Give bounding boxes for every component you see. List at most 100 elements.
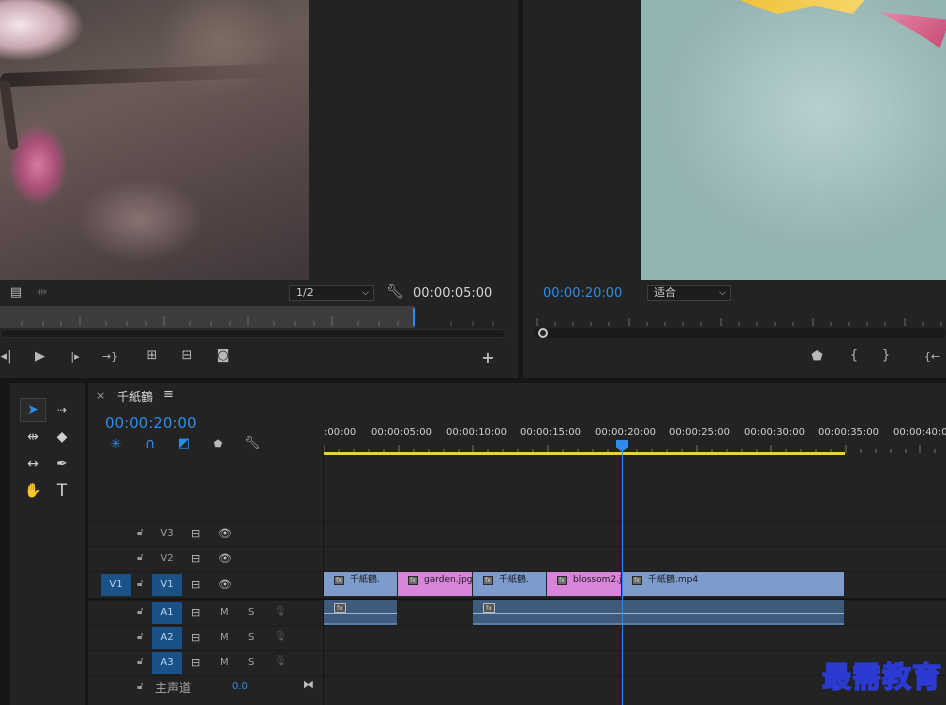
clip-video[interactable]: fx 千紙鶴.mp4 xyxy=(622,572,844,596)
timeline-settings-wrench-icon[interactable]: 🔧︎ xyxy=(244,437,261,451)
add-button[interactable]: + xyxy=(480,350,496,366)
play-button[interactable]: ▶ xyxy=(32,350,48,364)
eye-icon[interactable]: 👁︎ xyxy=(218,578,232,591)
track-row-a3 xyxy=(88,650,946,675)
marker-icon[interactable]: ⬟ xyxy=(810,350,824,364)
sync-lock-icon[interactable]: ⊟ xyxy=(191,527,200,540)
resolution-select[interactable]: 1/2 ⌵ xyxy=(289,285,374,301)
source-time-ruler[interactable] xyxy=(0,306,415,328)
ripple-edit-tool-icon[interactable]: ⇹ xyxy=(21,426,45,448)
program-playhead-handle[interactable] xyxy=(538,328,548,338)
overwrite-icon[interactable]: ⊟ xyxy=(177,349,197,363)
microphone-icon[interactable]: 🎙︎ xyxy=(274,606,287,617)
linked-selection-icon[interactable]: ◩ xyxy=(176,437,192,451)
ruler-label: 00:00:20:00 xyxy=(595,427,657,438)
close-tab-icon[interactable]: × xyxy=(96,389,105,402)
mute-button[interactable]: M xyxy=(220,632,229,643)
fx-badge-icon: fx xyxy=(483,603,495,613)
track-name-a3[interactable]: A3 xyxy=(152,652,182,674)
track-row-v2 xyxy=(88,546,946,571)
lock-icon[interactable]: 🔓︎ xyxy=(137,552,143,563)
solo-button[interactable]: S xyxy=(248,657,254,668)
ruler-label: 00:00:15:00 xyxy=(520,427,582,438)
eye-icon[interactable]: 👁︎ xyxy=(218,527,232,540)
clip-image[interactable]: fx garden.jpg xyxy=(398,572,472,596)
nest-sequence-icon[interactable]: ✳ xyxy=(108,438,124,452)
drag-audio-icon[interactable]: ⇻ xyxy=(34,286,50,300)
program-timecode[interactable]: 00:00:20:00 xyxy=(543,286,622,301)
master-track-label: 主声道 xyxy=(155,681,192,695)
track-name-v2[interactable]: V2 xyxy=(152,549,182,569)
selection-tool-arrow-icon[interactable]: ➤ xyxy=(20,398,46,422)
fx-badge-icon: fx xyxy=(483,576,493,585)
lock-icon[interactable]: 🔓︎ xyxy=(137,631,143,642)
wrench-icon[interactable]: 🔧︎ xyxy=(386,285,404,299)
lock-icon[interactable]: 🔓︎ xyxy=(137,578,143,589)
eye-icon[interactable]: 👁︎ xyxy=(218,552,232,565)
audio-clip[interactable]: fx xyxy=(324,600,397,625)
hand-tool-icon[interactable]: ✋ xyxy=(21,480,45,502)
clip-video[interactable]: fx 千紙鶴. xyxy=(324,572,397,596)
filmstrip-icon[interactable]: ▤ xyxy=(9,286,23,300)
lock-icon[interactable]: 🔓︎ xyxy=(137,656,143,667)
snap-magnet-icon[interactable]: ∩ xyxy=(142,437,158,451)
go-to-out-icon[interactable]: →} xyxy=(101,350,119,364)
fit-value: 适合 xyxy=(654,286,676,299)
ruler-ticks xyxy=(21,308,415,326)
fx-badge-icon: fx xyxy=(334,576,344,585)
track-name-a2[interactable]: A2 xyxy=(152,627,182,649)
source-zoom-scrollbar[interactable] xyxy=(0,329,506,338)
add-marker-icon[interactable]: ⬟ xyxy=(211,438,225,452)
sequence-tab-title[interactable]: 千紙鶴 xyxy=(117,388,153,405)
panel-menu-icon[interactable]: ≡ xyxy=(163,387,174,402)
lock-icon[interactable]: 🔓︎ xyxy=(137,606,143,617)
microphone-icon[interactable]: 🎙︎ xyxy=(274,656,287,667)
sync-lock-icon[interactable]: ⊟ xyxy=(191,631,200,644)
master-volume-value[interactable]: 0.0 xyxy=(232,681,248,692)
sync-lock-icon[interactable]: ⊟ xyxy=(191,552,200,565)
program-zoom-scrollbar[interactable] xyxy=(535,328,946,338)
insert-icon[interactable]: ⊞ xyxy=(142,349,162,363)
ruler-label: 00:00:25:00 xyxy=(669,427,731,438)
pen-tool-icon[interactable]: ✒ xyxy=(50,453,74,475)
slip-tool-icon[interactable]: ↔ xyxy=(21,453,45,475)
track-name-v3[interactable]: V3 xyxy=(152,524,182,544)
sync-lock-icon[interactable]: ⊟ xyxy=(191,578,200,591)
work-area-bar[interactable] xyxy=(324,452,845,455)
type-tool-icon[interactable]: T xyxy=(50,480,74,502)
clip-image[interactable]: fx blossom2.j xyxy=(547,572,621,596)
sync-lock-icon[interactable]: ⊟ xyxy=(191,606,200,619)
ruler-label: 00:00:10:00 xyxy=(446,427,508,438)
clip-video[interactable]: fx 千紙鶴. xyxy=(473,572,546,596)
lock-icon[interactable]: 🔓︎ xyxy=(137,681,143,692)
fit-select[interactable]: 适合 ⌵ xyxy=(647,285,731,301)
mark-out-icon[interactable]: } xyxy=(879,349,893,363)
camera-icon[interactable]: ◙ xyxy=(214,349,232,363)
source-timecode: 00:00:05:00 xyxy=(413,286,493,301)
solo-button[interactable]: S xyxy=(248,607,254,618)
track-row-v3 xyxy=(88,521,946,546)
step-back-icon[interactable]: ◂| xyxy=(0,350,12,364)
track-name-v1[interactable]: V1 xyxy=(152,574,182,596)
lock-icon[interactable]: 🔓︎ xyxy=(137,527,143,538)
solo-button[interactable]: S xyxy=(248,632,254,643)
razor-tool-icon[interactable]: ◆ xyxy=(50,426,74,448)
track-name-a1[interactable]: A1 xyxy=(152,602,182,624)
step-forward-icon[interactable]: |▸ xyxy=(67,350,83,364)
program-video-frame xyxy=(641,0,946,280)
go-to-in-icon[interactable]: {← xyxy=(922,350,942,364)
source-patch-v1[interactable]: V1 xyxy=(101,574,131,596)
audio-clip[interactable]: fx xyxy=(473,600,844,625)
mute-button[interactable]: M xyxy=(220,657,229,668)
microphone-icon[interactable]: 🎙︎ xyxy=(274,631,287,642)
mark-in-icon[interactable]: { xyxy=(847,349,861,363)
clip-label: blossom2.j xyxy=(573,575,621,585)
fx-badge-icon: fx xyxy=(557,576,567,585)
mute-button[interactable]: M xyxy=(220,607,229,618)
clip-label: 千紙鶴.mp4 xyxy=(648,575,699,585)
fx-badge-icon: fx xyxy=(334,603,346,613)
sync-lock-icon[interactable]: ⊟ xyxy=(191,656,200,669)
track-select-tool-icon[interactable]: ⇢ xyxy=(50,399,74,421)
go-to-end-icon[interactable]: ⧓ xyxy=(303,678,314,691)
timeline-timecode[interactable]: 00:00:20:00 xyxy=(105,414,197,432)
